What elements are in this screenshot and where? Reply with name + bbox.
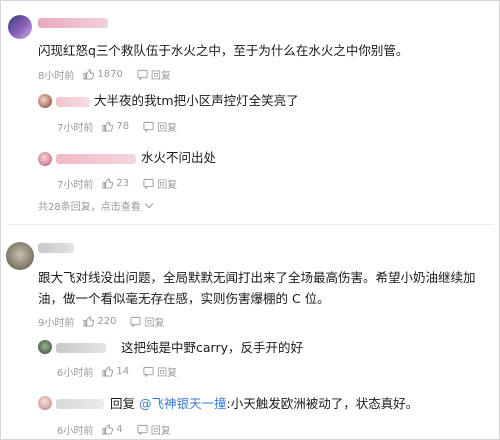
chevron-down-icon <box>144 199 153 209</box>
reply-text: 水火不问出处 <box>141 150 217 165</box>
reply-button[interactable]: 回复 <box>157 364 177 379</box>
comment-time: 9小时前 <box>38 318 75 329</box>
avatar[interactable] <box>38 340 52 354</box>
thumbs-up-icon[interactable] <box>102 121 114 132</box>
reply-count-text: 共28条回复，点击查看 <box>38 202 141 213</box>
comment-text: 闪现红怒q三个救队伍于水火之中，至于为什么在水火之中你别管。 <box>38 43 409 58</box>
avatar[interactable] <box>38 94 52 108</box>
reply-time: 7小时前 <box>57 123 94 134</box>
username-blurred[interactable] <box>56 399 104 409</box>
like-count: 4 <box>116 424 123 435</box>
reply-icon[interactable] <box>143 121 154 132</box>
reply-text-with-mention: 回复 @飞神银天一撞:小天触发欧洲被动了，状态真好。 <box>110 393 418 414</box>
divider <box>8 224 494 225</box>
avatar[interactable] <box>38 152 52 166</box>
comment-meta: 8小时前 1870 回复 <box>38 67 171 82</box>
avatar[interactable] <box>38 396 52 410</box>
like-count: 14 <box>116 366 130 377</box>
username-blurred[interactable] <box>56 154 136 164</box>
like-count: 23 <box>116 178 130 189</box>
thumbs-up-icon[interactable] <box>102 366 114 377</box>
reply-text: 大半夜的我tm把小区声控灯全笑亮了 <box>94 93 299 108</box>
comment-text: 跟大飞对线没出问题，全局默默无闻打出来了全场最高伤害。希望小奶油继续加油，做一个… <box>38 270 476 306</box>
reply-time: 7小时前 <box>57 180 94 191</box>
reply-prefix: 回复 <box>110 396 136 411</box>
view-all-replies-link[interactable]: 共28条回复，点击查看 <box>38 198 153 213</box>
avatar[interactable] <box>6 242 34 270</box>
mention-link[interactable]: @飞神银天一撞 <box>139 396 227 411</box>
reply-button[interactable]: 回复 <box>157 119 177 134</box>
reply-button[interactable]: 回复 <box>151 422 171 437</box>
username-blurred[interactable] <box>56 97 90 107</box>
reply-meta: 6小时前 4 回复 <box>57 422 171 437</box>
username-blurred[interactable] <box>38 18 108 28</box>
reply-time: 6小时前 <box>57 426 94 437</box>
reply-icon[interactable] <box>143 178 154 189</box>
username-blurred[interactable] <box>56 343 106 353</box>
reply-meta: 6小时前 14 回复 <box>57 364 177 379</box>
thumbs-up-icon[interactable] <box>83 69 95 80</box>
reply-text: 这把纯是中野carry，反手开的好 <box>121 340 303 355</box>
like-count: 220 <box>97 316 117 327</box>
reply-icon[interactable] <box>143 366 154 377</box>
avatar[interactable] <box>8 15 32 39</box>
reply-button[interactable]: 回复 <box>151 67 171 82</box>
reply-meta: 7小时前 23 回复 <box>57 176 177 191</box>
comment-meta: 9小时前 220 回复 <box>38 314 164 329</box>
reply-button[interactable]: 回复 <box>157 176 177 191</box>
reply-time: 6小时前 <box>57 368 94 379</box>
reply-icon[interactable] <box>137 69 148 80</box>
like-count: 1870 <box>97 69 123 80</box>
comment-time: 8小时前 <box>38 71 75 82</box>
thumbs-up-icon[interactable] <box>83 316 95 327</box>
reply-text: :小天触发欧洲被动了，状态真好。 <box>226 396 419 411</box>
reply-icon[interactable] <box>130 316 142 327</box>
reply-button[interactable]: 回复 <box>144 314 164 329</box>
username-blurred[interactable] <box>38 243 74 253</box>
thumbs-up-icon[interactable] <box>102 178 114 189</box>
reply-meta: 7小时前 78 回复 <box>57 119 177 134</box>
reply-icon[interactable] <box>137 424 148 435</box>
thumbs-up-icon[interactable] <box>102 424 114 435</box>
like-count: 78 <box>116 121 130 132</box>
